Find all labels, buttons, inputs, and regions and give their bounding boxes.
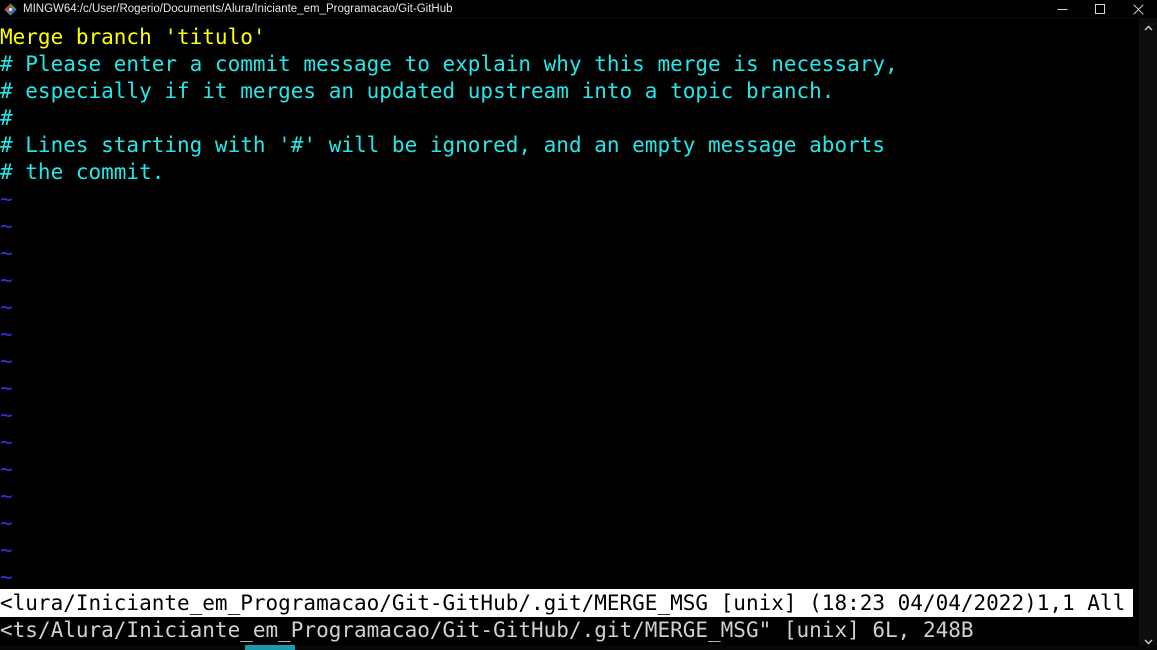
- vim-filler-line: ~: [0, 565, 13, 589]
- vertical-scrollbar[interactable]: [1139, 19, 1157, 650]
- horizontal-scrollbar[interactable]: [0, 645, 1157, 650]
- vim-status-line: <lura/Iniciante_em_Programacao/Git-GitHu…: [0, 589, 1133, 617]
- vim-buffer-line: # especially if it merges an updated ups…: [0, 79, 835, 103]
- vim-buffer-line: # Please enter a commit message to expla…: [0, 52, 898, 76]
- minimize-icon[interactable]: [1043, 0, 1081, 19]
- vertical-scrollbar-track[interactable]: [1139, 37, 1157, 632]
- title-bar[interactable]: MINGW64:/c/User/Rogerio/Documents/Alura/…: [0, 0, 1157, 19]
- git-bash-icon: [4, 3, 17, 16]
- window-title: MINGW64:/c/User/Rogerio/Documents/Alura/…: [23, 3, 453, 15]
- vim-filler-line: ~: [0, 214, 13, 238]
- vim-buffer-line: # Lines starting with '#' will be ignore…: [0, 133, 886, 157]
- window-controls: [1043, 0, 1157, 19]
- chevron-up-icon[interactable]: [1139, 19, 1157, 37]
- horizontal-scrollbar-thumb[interactable]: [245, 645, 295, 650]
- vim-filler-line: ~: [0, 430, 13, 454]
- vim-command-line: <ts/Alura/Iniciante_em_Programacao/Git-G…: [0, 618, 974, 642]
- close-icon[interactable]: [1119, 0, 1157, 19]
- vim-filler-line: ~: [0, 457, 13, 481]
- vim-buffer-line: #: [0, 106, 13, 130]
- vim-filler-line: ~: [0, 268, 13, 292]
- vim-filler-line: ~: [0, 376, 13, 400]
- vim-buffer-line: Merge branch 'titulo': [0, 25, 266, 49]
- vim-filler-line: ~: [0, 322, 13, 346]
- vim-filler-line: ~: [0, 484, 13, 508]
- terminal-vim-buffer[interactable]: Merge branch 'titulo' # Please enter a co…: [0, 19, 1139, 650]
- vim-filler-line: ~: [0, 295, 13, 319]
- vim-filler-line: ~: [0, 241, 13, 265]
- vim-filler-line: ~: [0, 187, 13, 211]
- restore-icon[interactable]: [1081, 0, 1119, 19]
- vim-filler-line: ~: [0, 511, 13, 535]
- vim-filler-line: ~: [0, 538, 13, 562]
- vim-filler-line: ~: [0, 349, 13, 373]
- vim-buffer-line: # the commit.: [0, 160, 165, 184]
- vim-filler-line: ~: [0, 403, 13, 427]
